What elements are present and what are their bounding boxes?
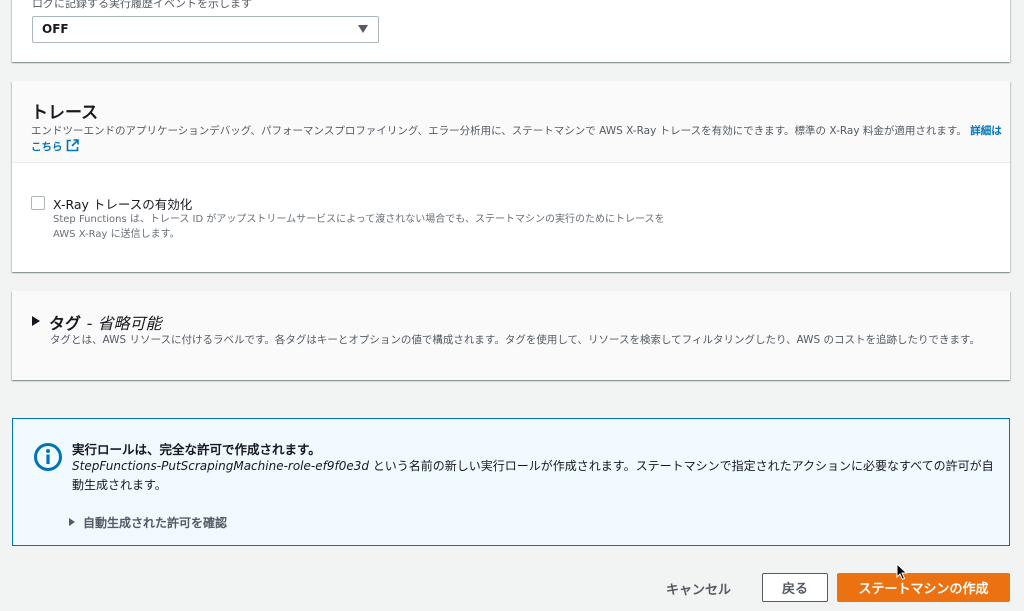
info-icon	[34, 443, 62, 471]
review-permissions-expander[interactable]: 自動生成された許可を確認	[69, 514, 227, 531]
xray-tracing-checkbox[interactable]	[31, 196, 45, 210]
external-link-icon	[66, 139, 79, 152]
log-level-select[interactable]: OFF	[32, 16, 379, 43]
create-state-machine-button[interactable]: ステートマシンの作成	[837, 573, 1010, 602]
alert-body: StepFunctions-PutScrapingMachine-role-ef…	[72, 457, 997, 495]
caret-down-icon	[358, 25, 368, 33]
cancel-button[interactable]: キャンセル	[666, 579, 731, 598]
role-name: StepFunctions-PutScrapingMachine-role-ef…	[72, 459, 369, 473]
caret-right-icon	[69, 518, 75, 526]
xray-tracing-description: Step Functions は、トレース ID がアップストリームサービスによ…	[53, 212, 753, 242]
caret-right-icon	[32, 316, 40, 326]
xray-tracing-description-line2: AWS X-Ray に送信します。	[53, 229, 180, 240]
logging-section: ログに記録する実行履歴イベントを示します OFF	[12, 0, 1010, 62]
tracing-header: トレース エンドツーエンドのアプリケーションデバッグ、パフォーマンスプロファイリ…	[12, 81, 1010, 163]
review-permissions-label: 自動生成された許可を確認	[83, 516, 228, 530]
tracing-title: トレース	[31, 103, 99, 123]
tracing-description: エンドツーエンドのアプリケーションデバッグ、パフォーマンスプロファイリング、エラ…	[31, 123, 1006, 155]
alert-title: 実行ロールは、完全な許可で作成されます。	[72, 442, 321, 457]
tags-title-text: タグ	[49, 314, 82, 333]
tracing-description-text: エンドツーエンドのアプリケーションデバッグ、パフォーマンスプロファイリング、エラ…	[31, 125, 967, 137]
tags-title[interactable]: タグ - 省略可能	[49, 310, 161, 334]
xray-tracing-description-line1: Step Functions は、トレース ID がアップストリームサービスによ…	[53, 214, 665, 225]
tags-section[interactable]: タグ - 省略可能 タグとは、AWS リソースに付けるラベルです。各タグはキーと…	[12, 291, 1010, 380]
tags-optional-label: - 省略可能	[86, 314, 162, 333]
tracing-section: トレース エンドツーエンドのアプリケーションデバッグ、パフォーマンスプロファイリ…	[12, 81, 1010, 272]
log-level-value: OFF	[42, 22, 69, 36]
execution-role-info-alert: 実行ロールは、完全な許可で作成されます。 StepFunctions-PutSc…	[12, 418, 1010, 546]
mouse-cursor-icon	[896, 563, 908, 581]
log-level-description: ログに記録する実行履歴イベントを示します	[32, 0, 252, 10]
xray-tracing-label: X-Ray トレースの有効化	[53, 197, 193, 212]
tags-description: タグとは、AWS リソースに付けるラベルです。各タグはキーとオプションの値で構成…	[50, 334, 980, 346]
back-button[interactable]: 戻る	[762, 573, 828, 602]
